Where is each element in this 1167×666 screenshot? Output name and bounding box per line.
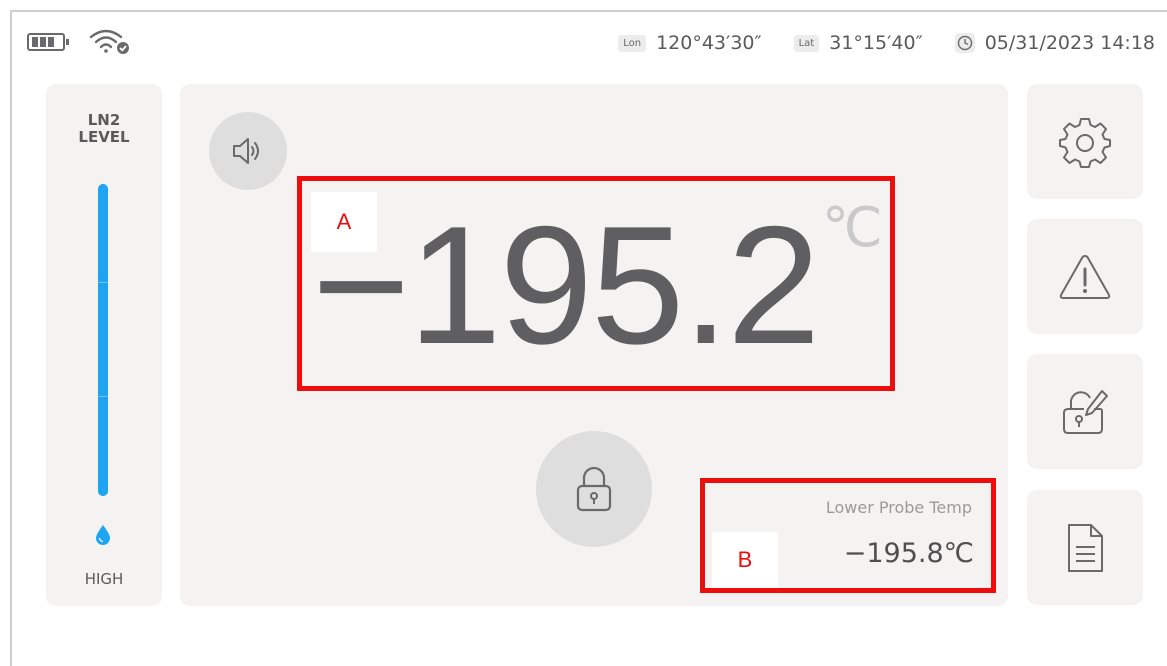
ln2-level-status: HIGH	[84, 570, 124, 588]
lock-button[interactable]	[536, 431, 652, 547]
level-segment-divider	[98, 396, 108, 397]
ln2-level-bar	[98, 184, 108, 496]
ln2-level-title: LN2 LEVEL	[78, 111, 130, 146]
lower-probe-label: Lower Probe Temp	[825, 498, 972, 517]
latitude-value: 31°15′40″	[829, 32, 923, 54]
lock-icon	[576, 466, 612, 512]
marker-a-label: A	[311, 192, 377, 252]
level-segment-divider	[98, 282, 108, 283]
lock-edit-icon	[1063, 389, 1108, 434]
battery-icon	[27, 33, 69, 51]
lower-probe-value: −195.8℃	[843, 538, 974, 569]
log-button[interactable]	[1027, 490, 1143, 605]
wifi-icon	[89, 29, 129, 54]
temperature-reading: −195.2	[312, 191, 821, 379]
alarm-button[interactable]	[1027, 219, 1143, 334]
clock-icon	[954, 33, 975, 53]
temperature-unit: ℃	[822, 198, 883, 258]
warning-icon	[1059, 254, 1111, 299]
lock-settings-button[interactable]	[1027, 354, 1143, 469]
document-icon	[1068, 523, 1103, 572]
longitude-value: 120°43′30″	[656, 32, 762, 54]
ln2-level-panel: LN2 LEVEL HIGH	[46, 84, 162, 606]
droplet-icon	[96, 525, 110, 545]
speaker-icon	[233, 138, 259, 164]
status-info: Lon 120°43′30″ Lat 31°15′40″ 05/31/2023 …	[618, 27, 1155, 59]
sound-button[interactable]	[209, 112, 287, 190]
datetime: 05/31/2023 14:18	[984, 32, 1155, 54]
lat-tag: Lat	[793, 34, 820, 52]
ln2-level-fill	[98, 184, 108, 496]
marker-b-label: B	[712, 532, 778, 588]
gear-icon	[1059, 117, 1111, 168]
lon-tag: Lon	[618, 34, 647, 52]
settings-button[interactable]	[1027, 84, 1143, 199]
